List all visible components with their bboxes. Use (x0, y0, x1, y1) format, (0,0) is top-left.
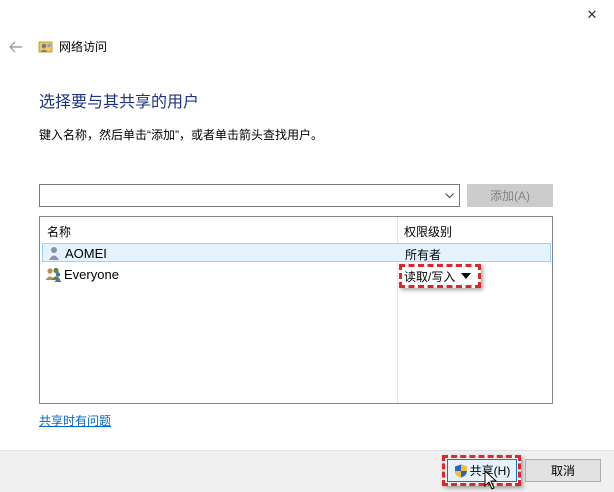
user-permissions-list[interactable]: 名称 权限级别 AOMEI 所有者 Everyone (39, 216, 553, 404)
window-title: 网络访问 (59, 40, 108, 54)
permission-dropdown[interactable]: 读取/写入 (399, 264, 481, 288)
instruction-text: 键入名称，然后单击“添加”，或者单击箭头查找用户。 (39, 128, 323, 142)
dialog-footer (0, 450, 614, 492)
dropdown-arrow-icon (461, 273, 472, 279)
sharing-problems-link[interactable]: 共享时有问题 (39, 412, 111, 429)
cancel-button[interactable]: 取消 (525, 459, 601, 482)
add-button[interactable]: 添加(A) (467, 184, 553, 207)
column-header-permission[interactable]: 权限级别 (404, 223, 452, 240)
mouse-cursor-icon (484, 470, 498, 490)
permission-dropdown-value: 读取/写入 (404, 269, 456, 284)
close-icon: ✕ (586, 7, 598, 22)
row-permission: 所有者 (405, 248, 442, 262)
combobox-dropdown-button[interactable] (441, 187, 457, 204)
uac-shield-icon (454, 464, 467, 477)
back-arrow-icon (9, 41, 22, 53)
close-button[interactable]: ✕ (570, 0, 614, 30)
row-name: Everyone (64, 267, 119, 282)
network-users-icon (38, 39, 54, 55)
user-icon (46, 245, 62, 261)
back-button[interactable] (6, 37, 26, 57)
page-heading: 选择要与其共享的用户 (39, 94, 200, 111)
share-button[interactable]: 共享(H) (447, 459, 517, 482)
row-name: AOMEI (65, 246, 107, 261)
list-row-aomei[interactable]: AOMEI 所有者 (42, 243, 551, 262)
list-header: 名称 权限级别 (40, 217, 552, 241)
column-header-name[interactable]: 名称 (47, 223, 71, 240)
user-name-combobox[interactable] (39, 184, 460, 207)
group-icon (45, 266, 62, 282)
chevron-down-icon (444, 192, 454, 198)
